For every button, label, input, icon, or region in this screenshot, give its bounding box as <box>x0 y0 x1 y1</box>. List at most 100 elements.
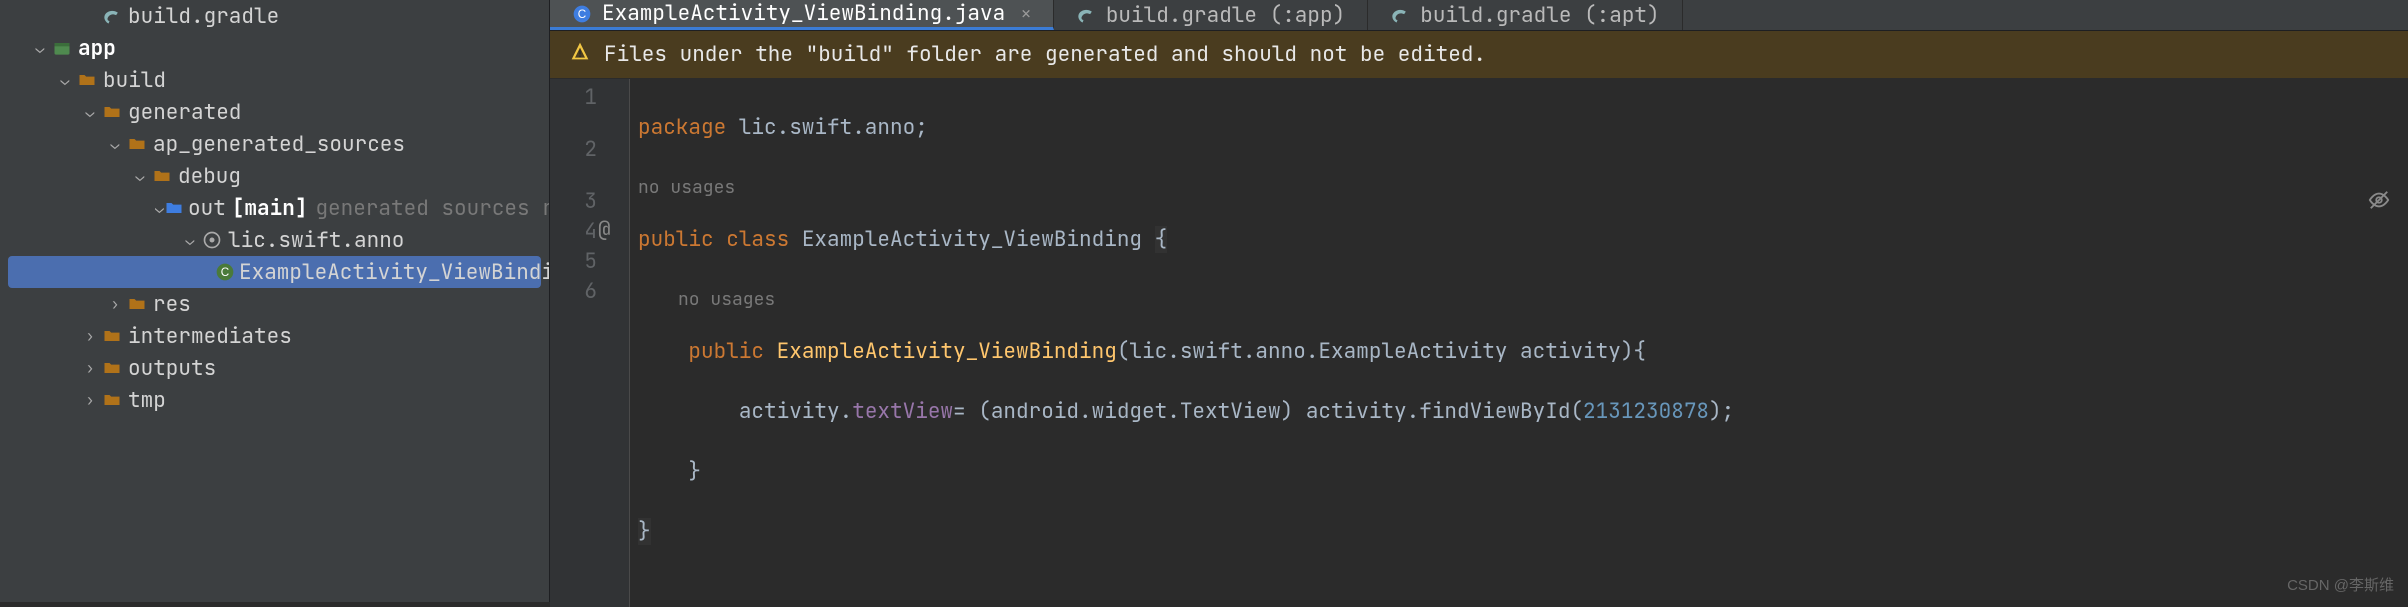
class-icon: C <box>215 262 235 282</box>
source-root-icon <box>164 198 184 218</box>
gutter: 1 2 3 4 5 6 <box>550 79 630 607</box>
tree-item-app[interactable]: ⌄ app <box>0 32 549 64</box>
chevron-down-icon: ⌄ <box>130 166 150 186</box>
tree-label: lic.swift.anno <box>228 227 404 254</box>
tree-item-build[interactable]: ⌄ build <box>0 64 549 96</box>
brace: } <box>688 458 701 485</box>
folder-icon <box>125 134 149 154</box>
ctor-name: ExampleActivity_ViewBinding <box>777 338 1117 365</box>
editor-area: C ExampleActivity_ViewBinding.java ✕ bui… <box>550 0 2408 602</box>
line-number: 1 <box>550 83 597 113</box>
svg-text:C: C <box>221 266 229 279</box>
params: (lic.swift.anno.ExampleActivity activity… <box>1117 338 1646 365</box>
chevron-down-icon: ⌄ <box>105 134 125 154</box>
tab-gradle-app[interactable]: build.gradle (:app) <box>1054 0 1368 30</box>
tab-label: ExampleActivity_ViewBinding.java <box>602 0 1005 27</box>
warning-icon <box>570 41 590 68</box>
brace: { <box>1155 226 1168 253</box>
folder-icon <box>150 166 174 186</box>
tree-item-intermediates[interactable]: › intermediates <box>0 320 549 352</box>
tree-item-build-gradle[interactable]: build.gradle <box>0 0 549 32</box>
class-icon: C <box>572 4 592 24</box>
tree-label: tmp <box>128 387 166 414</box>
code-editor[interactable]: 1 2 3 4 5 6 @ package lic.swift.anno; no… <box>550 79 2408 607</box>
brace: } <box>638 518 651 545</box>
project-tree[interactable]: build.gradle ⌄ app ⌄ build ⌄ generated ⌄… <box>0 0 550 602</box>
tree-label-bold: [main] <box>232 195 308 222</box>
tree-item-res[interactable]: › res <box>0 288 549 320</box>
code-text: = (android.widget.TextView) activity.fin… <box>953 398 1583 425</box>
code-text: activity. <box>739 398 852 425</box>
folder-icon <box>100 390 124 410</box>
inlay-hint: no usages <box>638 173 1734 195</box>
folder-icon <box>100 102 124 122</box>
class-name: ExampleActivity_ViewBinding <box>802 226 1142 253</box>
chevron-down-icon: ⌄ <box>155 198 164 218</box>
close-icon[interactable]: ✕ <box>1021 3 1031 24</box>
inlay-hint: no usages <box>638 285 1734 307</box>
warning-banner: Files under the "build" folder are gener… <box>550 31 2408 79</box>
gradle-icon <box>1076 5 1096 25</box>
override-icon[interactable]: @ <box>598 215 611 245</box>
code-content[interactable]: package lic.swift.anno; no usages public… <box>630 79 1734 607</box>
tree-item-outputs[interactable]: › outputs <box>0 352 549 384</box>
line-number: 2 <box>550 135 597 165</box>
tree-label: build.gradle <box>128 3 279 30</box>
chevron-down-icon: ⌄ <box>55 70 75 90</box>
tree-label: outputs <box>128 355 216 382</box>
code-text: ); <box>1709 398 1734 425</box>
tree-label: ap_generated_sources <box>153 131 405 158</box>
folder-icon <box>100 358 124 378</box>
kw: class <box>726 226 789 253</box>
gradle-icon <box>100 6 124 26</box>
folder-icon <box>75 70 99 90</box>
tree-label: debug <box>178 163 241 190</box>
line-number: 6 <box>550 277 597 307</box>
folder-icon <box>100 326 124 346</box>
warning-text: Files under the "build" folder are gener… <box>604 41 1486 68</box>
code-text: lic.swift.anno; <box>726 114 928 141</box>
package-icon <box>200 230 224 250</box>
gutter-spacer <box>550 113 597 135</box>
chevron-down-icon: ⌄ <box>80 102 100 122</box>
chevron-right-icon: › <box>80 358 100 378</box>
editor-tabs: C ExampleActivity_ViewBinding.java ✕ bui… <box>550 0 2408 31</box>
tree-item-out[interactable]: ⌄ out [main] generated sources root <box>0 192 549 224</box>
chevron-down-icon: ⌄ <box>180 230 200 250</box>
chevron-down-icon: ⌄ <box>30 38 50 58</box>
tree-label: app <box>78 35 116 62</box>
tab-label: build.gradle (:apt) <box>1420 2 1659 29</box>
number: 2131230878 <box>1583 398 1709 425</box>
tab-gradle-apt[interactable]: build.gradle (:apt) <box>1368 0 1682 30</box>
tree-label: ExampleActivity_ViewBinding <box>239 259 550 286</box>
eye-off-icon[interactable] <box>2368 189 2390 220</box>
folder-icon <box>125 294 149 314</box>
gradle-icon <box>1390 5 1410 25</box>
line-number: 3 <box>550 187 597 217</box>
tree-item-class-selected[interactable]: C ExampleActivity_ViewBinding <box>8 256 541 288</box>
tree-label-dim: generated sources root <box>315 195 550 222</box>
tree-label: build <box>103 67 166 94</box>
field: textView <box>852 398 953 425</box>
tree-item-package[interactable]: ⌄ lic.swift.anno <box>0 224 549 256</box>
tab-active[interactable]: C ExampleActivity_ViewBinding.java ✕ <box>550 0 1054 30</box>
svg-text:C: C <box>578 8 586 21</box>
tree-label: generated <box>128 99 241 126</box>
watermark: CSDN @李斯维 <box>2287 571 2394 601</box>
tree-label: out <box>188 195 226 222</box>
chevron-right-icon: › <box>80 390 100 410</box>
kw: public <box>638 226 714 253</box>
tree-label: intermediates <box>128 323 292 350</box>
tree-label: res <box>153 291 191 318</box>
module-icon <box>50 38 74 58</box>
line-number: 5 <box>550 247 597 277</box>
kw: public <box>688 338 764 365</box>
chevron-right-icon: › <box>80 326 100 346</box>
tab-label: build.gradle (:app) <box>1106 2 1345 29</box>
tree-item-generated[interactable]: ⌄ generated <box>0 96 549 128</box>
tree-item-debug[interactable]: ⌄ debug <box>0 160 549 192</box>
tree-item-tmp[interactable]: › tmp <box>0 384 549 416</box>
tree-item-ap-generated[interactable]: ⌄ ap_generated_sources <box>0 128 549 160</box>
kw: package <box>638 114 726 141</box>
chevron-right-icon: › <box>105 294 125 314</box>
